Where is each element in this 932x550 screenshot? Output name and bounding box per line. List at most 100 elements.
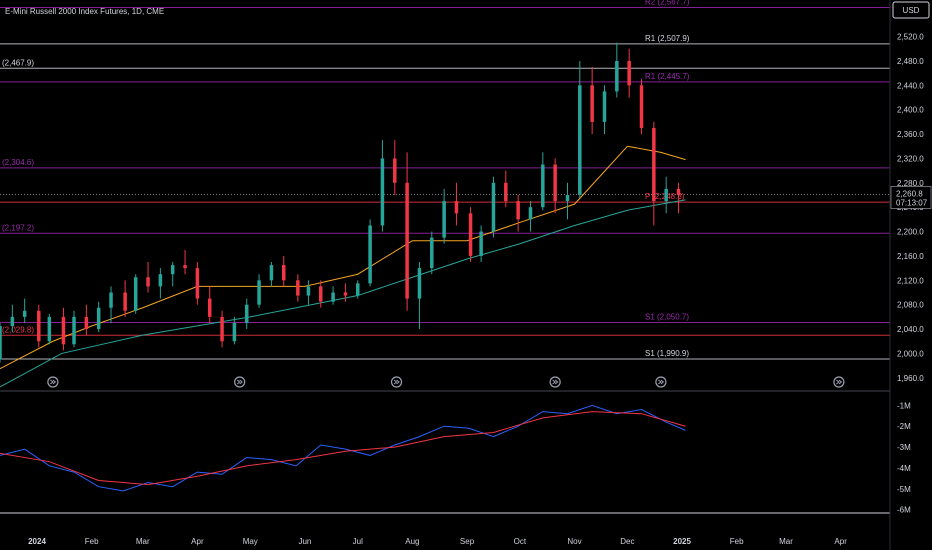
candle-body (602, 91, 607, 122)
candle-body (405, 182, 409, 299)
candle-body (72, 316, 76, 345)
candle-body (454, 201, 459, 214)
candle-body (368, 225, 372, 284)
candle-body (195, 268, 200, 299)
currency-button-label[interactable]: USD (903, 6, 920, 15)
candle-body (578, 85, 582, 195)
candle-body (442, 201, 446, 238)
candle-body (319, 286, 323, 302)
y-tick-label: 2,520.0 (897, 33, 924, 42)
x-tick-label: Jun (298, 537, 311, 546)
candle-body (430, 237, 434, 269)
candle-body (504, 182, 508, 202)
y-tick-label: 2,000.0 (897, 349, 924, 358)
candle-body (47, 316, 52, 342)
x-tick-label: Oct (514, 537, 527, 546)
candle-body (244, 304, 249, 323)
level-label: (2,467.9) (2, 58, 34, 67)
candle-body (207, 298, 212, 317)
x-tick-label: Dec (620, 537, 634, 546)
x-tick-label: Mar (136, 537, 150, 546)
chart-title: E-Mini Russell 2000 Index Futures, 1D, C… (5, 7, 164, 16)
candle-body (590, 85, 594, 122)
indicator-y-tick-label: -4M (897, 464, 911, 473)
indicator-y-tick-label: -5M (897, 485, 911, 494)
candle-body (22, 310, 27, 317)
candle-body (639, 85, 644, 128)
indicator-y-tick-label: -2M (897, 422, 911, 431)
y-tick-label: 2,480.0 (897, 57, 924, 66)
candle-body (0, 326, 2, 360)
candle-body (528, 207, 533, 220)
candle-body (133, 277, 138, 311)
candle-body (491, 182, 496, 232)
chart-root: R2 (2,567.7) R1 (2,507.9) (2,467.9) R1 (2,4… (0, 0, 932, 550)
level-label: (2,029.8) (2, 325, 34, 334)
y-tick-label: 2,200.0 (897, 228, 924, 237)
candle-body (541, 164, 545, 208)
candle-body (61, 316, 66, 345)
candle-body (343, 292, 348, 296)
candle-body (146, 277, 150, 287)
candle-body (516, 201, 520, 220)
x-tick-label: Mar (779, 537, 793, 546)
indicator-y-tick-label: -1M (897, 401, 911, 410)
y-tick-label: 2,120.0 (897, 276, 924, 285)
level-label: R2 (2,567.7) (645, 0, 690, 6)
x-tick-label: Feb (85, 537, 99, 546)
x-tick-label: 2025 (673, 537, 691, 546)
y-tick-label: 2,040.0 (897, 325, 924, 334)
candle-body (281, 265, 286, 281)
level-label: (2,304.6) (2, 158, 34, 167)
candle-body (232, 322, 237, 342)
level-label: (2,197.2) (2, 223, 34, 232)
candle-body (468, 213, 473, 256)
candle-body (417, 268, 422, 299)
candle-body (393, 158, 397, 183)
level-label: S1 (1,990.9) (645, 349, 689, 358)
candle-body (269, 265, 274, 281)
candle-body (615, 60, 619, 92)
candle-body (257, 280, 261, 305)
y-tick-label: 2,440.0 (897, 81, 924, 90)
level-label: R1 (2,507.9) (645, 34, 690, 43)
candle-body (652, 127, 656, 202)
x-tick-label: May (243, 537, 258, 546)
candle-body (296, 280, 300, 296)
x-tick-label: Feb (730, 537, 744, 546)
indicator-y-tick-label: -6M (897, 506, 911, 515)
currency-button[interactable]: USD (892, 1, 930, 19)
chart-canvas[interactable]: R2 (2,567.7) R1 (2,507.9) (2,467.9) R1 (2,4… (0, 0, 932, 550)
candle-body (627, 60, 631, 86)
candle-body (565, 195, 570, 202)
y-tick-label: 2,160.0 (897, 252, 924, 261)
y-tick-label: 2,320.0 (897, 154, 924, 163)
candle-body (356, 283, 360, 296)
candle-body (158, 274, 163, 287)
x-tick-label: Apr (834, 537, 847, 546)
y-tick-label: 2,400.0 (897, 106, 924, 115)
candle-body (123, 292, 127, 311)
level-label: R1 (2,445.7) (645, 72, 690, 81)
current-price-label: 2,260.8 (896, 190, 923, 199)
candle-body (37, 310, 41, 342)
candle-body (10, 316, 15, 327)
candle-body (553, 164, 557, 202)
candle-body (380, 158, 385, 226)
y-tick-label: 2,080.0 (897, 301, 924, 310)
x-tick-label: Apr (191, 537, 204, 546)
candle-body (109, 292, 113, 308)
candle-body (331, 292, 335, 302)
y-tick-label: 2,360.0 (897, 130, 924, 139)
x-tick-label: Jul (353, 537, 363, 546)
chart-background (0, 0, 932, 550)
candle-body (84, 316, 89, 330)
candle-body (96, 307, 101, 330)
x-tick-label: Aug (405, 537, 419, 546)
candle-body (306, 286, 311, 296)
y-tick-label: 1,960.0 (897, 374, 924, 383)
indicator-y-tick-label: -3M (897, 443, 911, 452)
x-tick-label: Sep (460, 537, 475, 546)
candle-body (479, 231, 483, 256)
candle-body (170, 265, 175, 275)
